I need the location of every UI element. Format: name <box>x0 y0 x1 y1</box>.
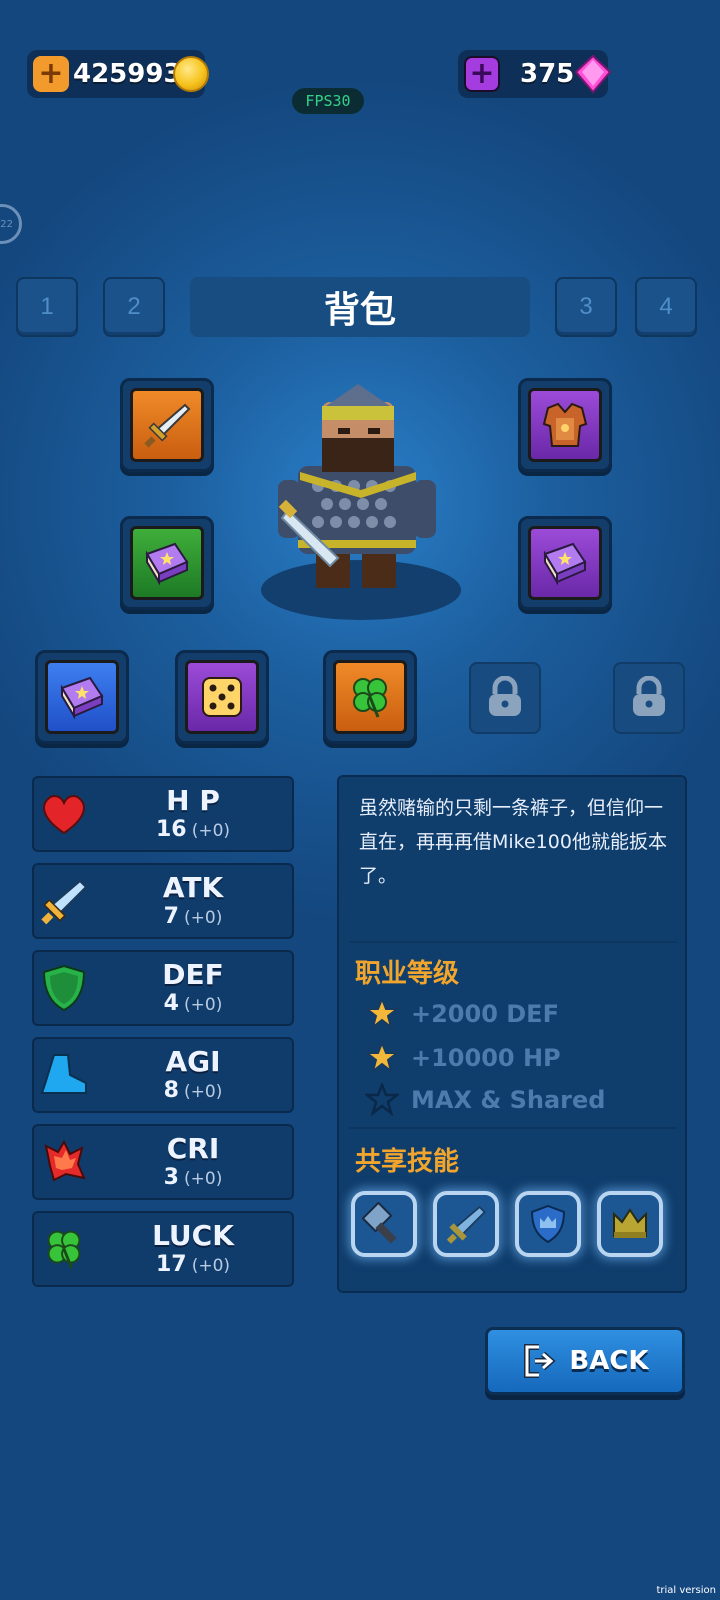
item-description: 虽然赌输的只剩一条裤子，但信仰一直在，再再再借Mike100他就能扳本了。 <box>359 797 667 887</box>
stat-bonus: (+0) <box>184 908 223 928</box>
divider <box>349 1127 677 1129</box>
equip-slot-weapon[interactable] <box>120 378 214 472</box>
stat-hp: H P 16 (+0) <box>32 776 294 852</box>
skill-crown-shield[interactable] <box>515 1191 581 1257</box>
side-badge[interactable]: 22 <box>0 204 22 244</box>
character-figure <box>261 384 461 620</box>
rank-line-3: MAX & Shared <box>365 1083 605 1117</box>
crown-shield-icon <box>530 1204 566 1244</box>
rank-line-1: +2000 DEF <box>365 997 559 1031</box>
rank-line-text: +10000 HP <box>411 1044 561 1072</box>
equip-slot-armor[interactable] <box>518 378 612 472</box>
hammer-icon <box>362 1202 397 1244</box>
stat-value: 8 <box>163 1078 179 1103</box>
critical-burst-icon <box>44 1139 86 1182</box>
spellbook-icon <box>543 542 587 586</box>
stat-bonus: (+0) <box>191 1256 231 1276</box>
watermark: trial version <box>656 1585 716 1596</box>
spellbook-icon <box>145 542 189 586</box>
shield-icon <box>42 964 86 1012</box>
skill-hammer[interactable] <box>351 1191 417 1257</box>
skills-title: 共享技能 <box>355 1147 460 1177</box>
divider <box>349 941 677 943</box>
rank-line-2: +10000 HP <box>365 1041 561 1075</box>
stat-value: 16 <box>155 817 187 842</box>
dice-icon <box>202 677 242 717</box>
stat-bonus: (+0) <box>184 1169 223 1189</box>
star-filled-icon <box>365 1041 399 1074</box>
stat-value: 3 <box>163 1165 179 1190</box>
stat-name: ATK <box>162 871 224 904</box>
stat-agi: AGI 8 (+0) <box>32 1037 294 1113</box>
gold-amount: 425993 <box>73 59 182 89</box>
item-slot-book[interactable] <box>35 650 129 744</box>
tab-3[interactable]: 3 <box>555 277 617 337</box>
stat-cri: CRI 3 (+0) <box>32 1124 294 1200</box>
stat-bonus: (+0) <box>184 995 223 1015</box>
stat-value: 7 <box>163 904 179 929</box>
rank-line-text: +2000 DEF <box>411 1000 559 1028</box>
exit-icon <box>524 1344 556 1378</box>
locked-slot-1[interactable] <box>469 662 541 734</box>
stat-bonus: (+0) <box>184 1082 223 1102</box>
stat-atk: ATK 7 (+0) <box>32 863 294 939</box>
item-slot-clover[interactable] <box>323 650 417 744</box>
stat-value: 4 <box>163 991 179 1016</box>
back-label: BACK <box>569 1346 649 1376</box>
rank-title: 职业等级 <box>355 959 460 989</box>
star-empty-icon <box>365 1083 399 1117</box>
gold-coin-icon <box>173 56 209 92</box>
spellbook-icon <box>60 676 104 720</box>
skill-crown[interactable] <box>597 1191 663 1257</box>
equip-slot-book-1[interactable] <box>120 516 214 610</box>
rank-line-text: MAX & Shared <box>411 1086 606 1114</box>
tab-2[interactable]: 2 <box>103 277 165 337</box>
stat-bonus: (+0) <box>191 821 231 841</box>
equip-slot-book-2[interactable] <box>518 516 612 610</box>
stat-name: LUCK <box>152 1219 234 1252</box>
info-panel: 虽然赌输的只剩一条裤子，但信仰一直在，再再再借Mike100他就能扳本了。 职业… <box>337 775 687 1293</box>
item-slot-dice[interactable] <box>175 650 269 744</box>
fps-counter: FPS30 <box>292 88 364 114</box>
star-filled-icon <box>365 997 399 1030</box>
heart-icon <box>43 795 85 835</box>
armor-icon <box>542 402 588 447</box>
stat-name: AGI <box>165 1045 221 1078</box>
add-gold-button[interactable]: + <box>33 56 69 92</box>
clover-icon <box>47 1230 81 1269</box>
add-gems-button[interactable]: + <box>464 56 500 92</box>
crown-icon <box>613 1208 647 1238</box>
sword-icon <box>144 403 191 448</box>
tab-4[interactable]: 4 <box>635 277 697 337</box>
gem-icon <box>574 54 612 94</box>
locked-slot-2[interactable] <box>613 662 685 734</box>
clover-icon <box>353 678 387 718</box>
stat-luck: LUCK 17 (+0) <box>32 1211 294 1287</box>
back-button[interactable]: BACK <box>485 1327 685 1395</box>
stat-name: CRI <box>166 1132 220 1165</box>
skill-sword[interactable] <box>433 1191 499 1257</box>
stat-def: DEF 4 (+0) <box>32 950 294 1026</box>
lock-icon <box>489 676 521 716</box>
sword-icon <box>446 1205 486 1244</box>
sword-icon <box>41 879 88 925</box>
gem-counter: + 375 <box>458 50 612 98</box>
boot-icon <box>40 1054 87 1094</box>
stat-value: 17 <box>155 1252 187 1277</box>
page-title: 背包 <box>190 277 530 337</box>
stat-name: H P <box>166 784 220 817</box>
stat-name: DEF <box>162 958 224 991</box>
tab-1[interactable]: 1 <box>16 277 78 337</box>
lock-icon <box>633 676 665 716</box>
gem-amount: 375 <box>520 59 575 89</box>
gold-counter: + 425993 <box>27 50 209 98</box>
